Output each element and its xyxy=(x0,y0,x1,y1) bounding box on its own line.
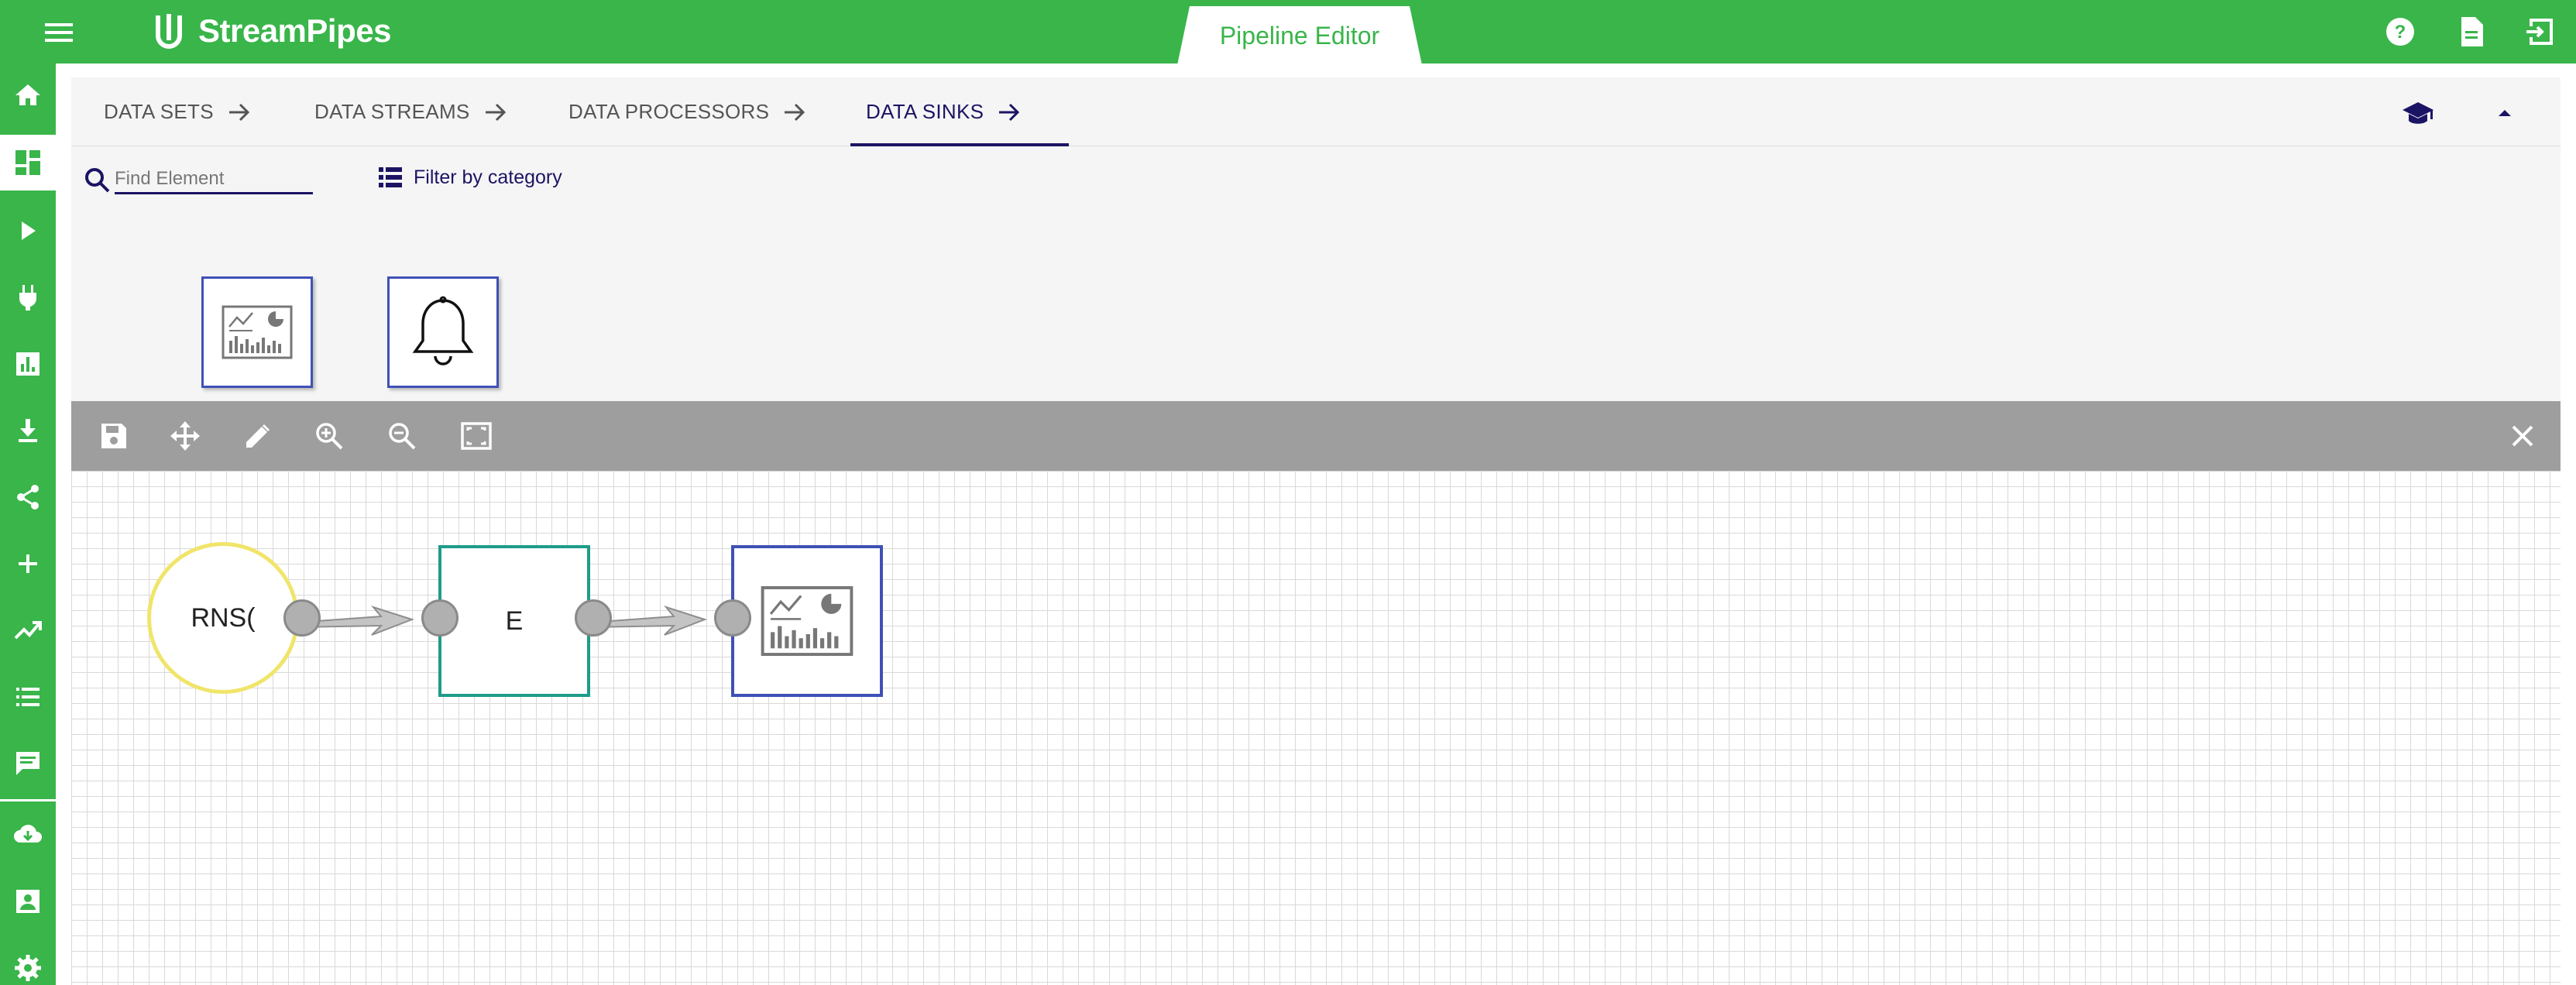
arrow-right-icon xyxy=(999,103,1020,121)
home-icon[interactable] xyxy=(0,67,56,123)
pipeline-node-stream[interactable]: RNS( xyxy=(147,542,299,694)
element-tabs: DATA SETS DATA STREAMS DATA PROCESSORS D… xyxy=(71,77,2561,146)
search-field xyxy=(84,160,313,199)
node-label: E xyxy=(505,606,524,636)
play-icon[interactable] xyxy=(0,203,56,259)
zoom-out-icon[interactable] xyxy=(384,418,420,454)
stream-output-endpoint[interactable] xyxy=(283,599,321,637)
brand-logo[interactable]: StreamPipes xyxy=(147,6,391,56)
menu-icon[interactable] xyxy=(40,17,77,48)
processor-output-endpoint[interactable] xyxy=(575,599,612,637)
streampipes-logo-icon xyxy=(156,14,182,49)
help-icon[interactable]: ? xyxy=(2382,14,2418,50)
pipeline-editor-icon[interactable] xyxy=(0,135,56,190)
filter-label: Filter by category xyxy=(414,166,562,188)
filter-by-category-button[interactable]: Filter by category xyxy=(378,160,562,194)
bar-chart-icon[interactable] xyxy=(0,336,56,392)
add-icon[interactable] xyxy=(0,536,56,592)
arrow-right-icon xyxy=(785,103,805,121)
active-view-tab[interactable]: Pipeline Editor xyxy=(1177,6,1422,65)
search-icon xyxy=(85,168,110,193)
tab-data-streams[interactable]: DATA STREAMS xyxy=(314,77,509,146)
tab-label: DATA STREAMS xyxy=(314,100,470,123)
dashboard-icon xyxy=(761,586,854,656)
side-nav xyxy=(0,63,56,985)
active-view-label: Pipeline Editor xyxy=(1219,21,1380,50)
node-label: RNS( xyxy=(191,602,256,633)
document-icon[interactable] xyxy=(2454,14,2489,50)
canvas-toolbar xyxy=(71,401,2561,471)
tutorial-icon[interactable] xyxy=(2401,96,2435,130)
app-root: StreamPipes Pipeline Editor ? DATA SETS … xyxy=(0,0,2576,985)
cloud-download-icon[interactable] xyxy=(0,807,56,863)
plug-icon[interactable] xyxy=(0,269,56,325)
account-icon[interactable] xyxy=(0,873,56,929)
search-input[interactable] xyxy=(115,165,313,194)
element-palette: Filter by category xyxy=(71,146,2561,441)
collapse-icon[interactable] xyxy=(2488,96,2522,130)
share-icon[interactable] xyxy=(0,469,56,525)
pipeline-node-sink[interactable] xyxy=(731,545,883,697)
top-bar: StreamPipes Pipeline Editor ? xyxy=(0,0,2576,65)
logout-icon[interactable] xyxy=(2523,14,2559,50)
dashboard-icon xyxy=(222,305,293,359)
settings-icon[interactable] xyxy=(0,940,56,985)
move-icon[interactable] xyxy=(167,418,203,454)
zoom-in-icon[interactable] xyxy=(311,418,347,454)
close-icon[interactable] xyxy=(2505,418,2540,454)
brand-title: StreamPipes xyxy=(198,12,391,49)
save-icon[interactable] xyxy=(96,418,132,454)
tab-data-sets[interactable]: DATA SETS xyxy=(104,77,252,146)
bell-icon xyxy=(412,296,474,366)
list-icon xyxy=(379,167,402,187)
tab-label: DATA SETS xyxy=(104,100,214,123)
processor-input-endpoint[interactable] xyxy=(421,599,459,637)
tab-label: DATA PROCESSORS xyxy=(568,100,770,123)
tab-data-sinks[interactable]: DATA SINKS xyxy=(866,77,1022,146)
palette-item-notification-sink[interactable] xyxy=(387,276,499,388)
pipeline-canvas[interactable]: RNS( E xyxy=(71,471,2561,985)
nav-divider xyxy=(0,799,56,801)
tab-label: DATA SINKS xyxy=(866,100,984,123)
tab-data-processors[interactable]: DATA PROCESSORS xyxy=(568,77,808,146)
pipeline-node-processor[interactable]: E xyxy=(438,545,590,697)
fit-to-screen-icon[interactable] xyxy=(459,418,494,454)
list-icon[interactable] xyxy=(0,669,56,725)
notifications-icon[interactable] xyxy=(0,736,56,791)
arrow-right-icon xyxy=(485,103,506,121)
download-icon[interactable] xyxy=(0,403,56,458)
svg-text:?: ? xyxy=(2395,22,2406,43)
sink-input-endpoint[interactable] xyxy=(714,599,751,637)
edit-icon[interactable] xyxy=(240,418,276,454)
trending-up-icon[interactable] xyxy=(0,602,56,658)
main-area: DATA SETS DATA STREAMS DATA PROCESSORS D… xyxy=(56,63,2576,985)
arrow-right-icon xyxy=(228,103,250,121)
palette-item-dashboard-sink[interactable] xyxy=(201,276,313,388)
